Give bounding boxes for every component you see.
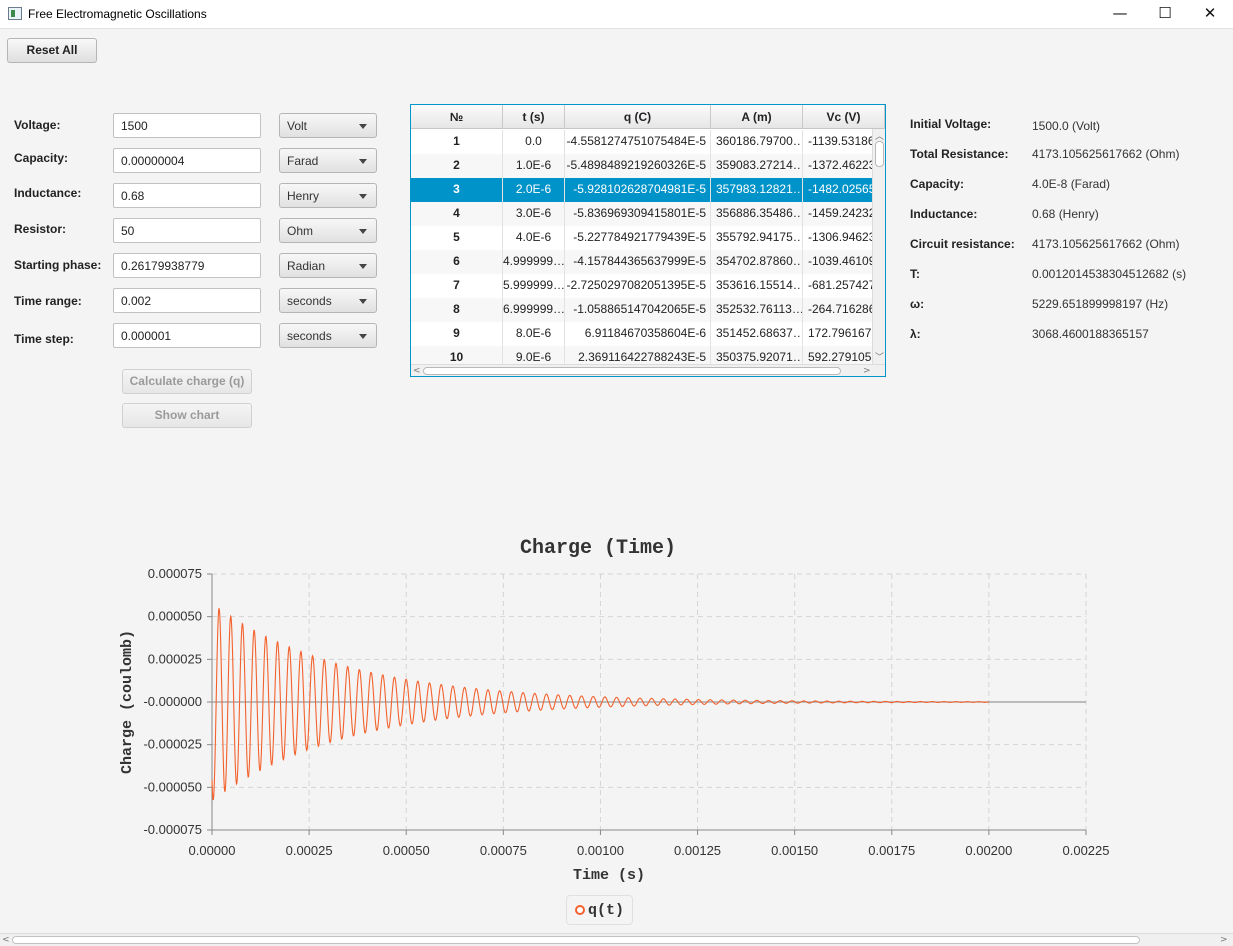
y-tick-label: -0.000025 [143, 737, 202, 752]
x-tick-label: 0.00000 [189, 843, 236, 858]
x-tick-label: 0.00025 [286, 843, 333, 858]
page-horizontal-scrollbar[interactable]: < > [0, 933, 1233, 946]
y-axis-title: Charge (coulomb) [119, 630, 136, 774]
x-tick-label: 0.00175 [868, 843, 915, 858]
y-tick-label: 0.000050 [148, 609, 202, 624]
scroll-right-icon[interactable]: > [1220, 935, 1228, 945]
x-tick-label: 0.00075 [480, 843, 527, 858]
y-tick-label: 0.000025 [148, 651, 202, 666]
x-tick-label: 0.00125 [674, 843, 721, 858]
x-tick-label: 0.00225 [1063, 843, 1110, 858]
y-tick-label: 0.000075 [148, 566, 202, 581]
charge-time-chart: 0.00000 0.00025 0.00050 0.00075 0.00100 0.001… [119, 566, 1110, 884]
x-tick-label: 0.00200 [965, 843, 1012, 858]
page-scroll-thumb[interactable] [12, 936, 1140, 944]
chart-legend: q(t) [566, 895, 633, 925]
y-tick-label: -0.000075 [143, 822, 202, 837]
y-tick-label: -0.000000 [143, 694, 202, 709]
legend-marker-icon [575, 905, 585, 915]
x-tick-label: 0.00050 [383, 843, 430, 858]
x-tick-label: 0.00150 [771, 843, 818, 858]
x-axis-title: Time (s) [573, 867, 645, 884]
legend-label: q(t) [588, 902, 625, 919]
y-tick-label: -0.000050 [143, 779, 202, 794]
x-tick-label: 0.00100 [577, 843, 624, 858]
scroll-left-icon[interactable]: < [2, 935, 10, 945]
